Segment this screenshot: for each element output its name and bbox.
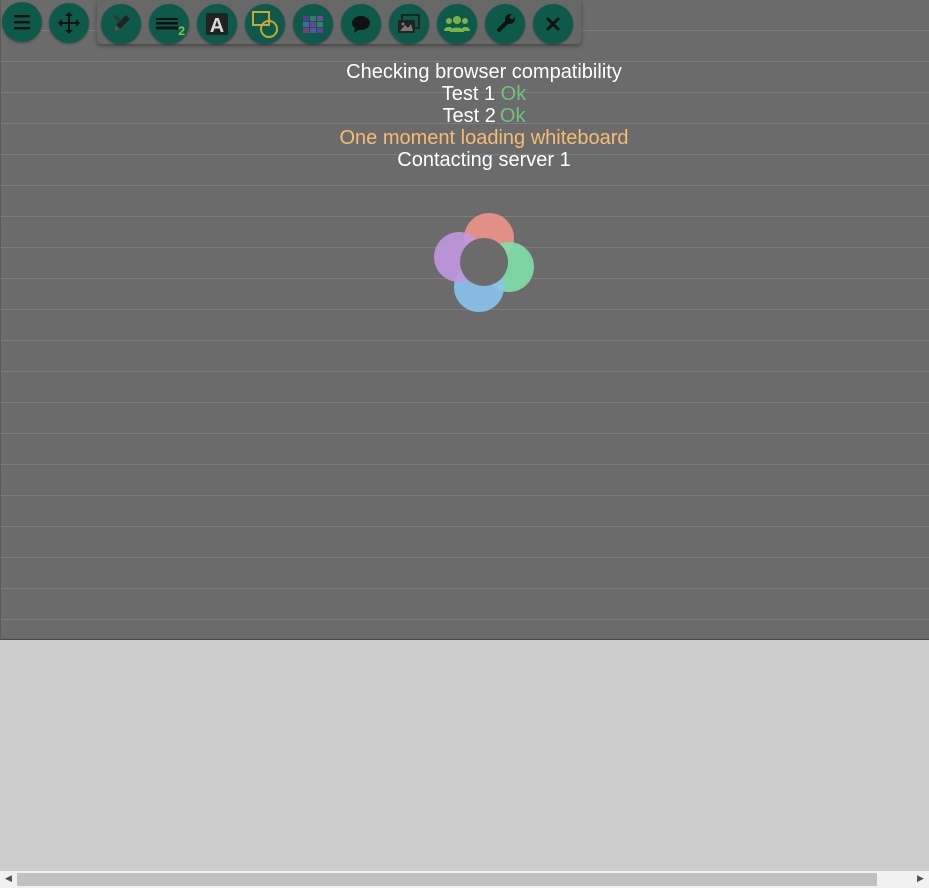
colors-button[interactable] [293, 4, 333, 44]
menu-icon [11, 11, 33, 33]
shapes-button[interactable] [245, 4, 285, 44]
color-palette-icon [301, 12, 325, 36]
status-test1: Test 1 Ok [0, 83, 929, 105]
users-icon [443, 13, 471, 35]
text-button[interactable]: A [197, 4, 237, 44]
horizontal-scrollbar[interactable]: ◀ ▶ [0, 871, 929, 888]
pencil-tools-icon [109, 12, 133, 36]
status-test2: Test 2 Ok [0, 105, 929, 127]
close-button[interactable] [533, 4, 573, 44]
loading-spinner [430, 210, 540, 320]
tools-button[interactable] [101, 4, 141, 44]
images-button[interactable] [389, 4, 429, 44]
test1-result: Ok [500, 83, 527, 105]
text-icon: A [204, 11, 230, 37]
line-width-button[interactable]: 2 [149, 4, 189, 44]
close-icon [544, 15, 562, 33]
test1-label: Test 1 [441, 83, 496, 105]
status-checking: Checking browser compatibility [346, 61, 622, 83]
scroll-left-arrow-icon[interactable]: ◀ [0, 871, 17, 888]
images-icon [396, 12, 422, 36]
scrollbar-thumb[interactable] [17, 873, 877, 886]
scroll-right-arrow-icon[interactable]: ▶ [912, 871, 929, 888]
test2-label: Test 2 [442, 105, 496, 127]
shapes-icon [250, 9, 280, 39]
settings-icon [493, 12, 517, 36]
menu-button[interactable] [2, 2, 42, 42]
status-server: Contacting server 1 [397, 149, 571, 171]
chat-button[interactable] [341, 4, 381, 44]
status-loading: One moment loading whiteboard [339, 127, 629, 149]
test2-result: Ok [499, 105, 526, 127]
move-button[interactable] [49, 3, 89, 43]
svg-text:A: A [210, 15, 224, 37]
move-icon [57, 11, 81, 35]
line-width-badge: 2 [178, 24, 185, 38]
users-button[interactable] [437, 4, 477, 44]
settings-button[interactable] [485, 4, 525, 44]
chat-icon [349, 12, 373, 36]
